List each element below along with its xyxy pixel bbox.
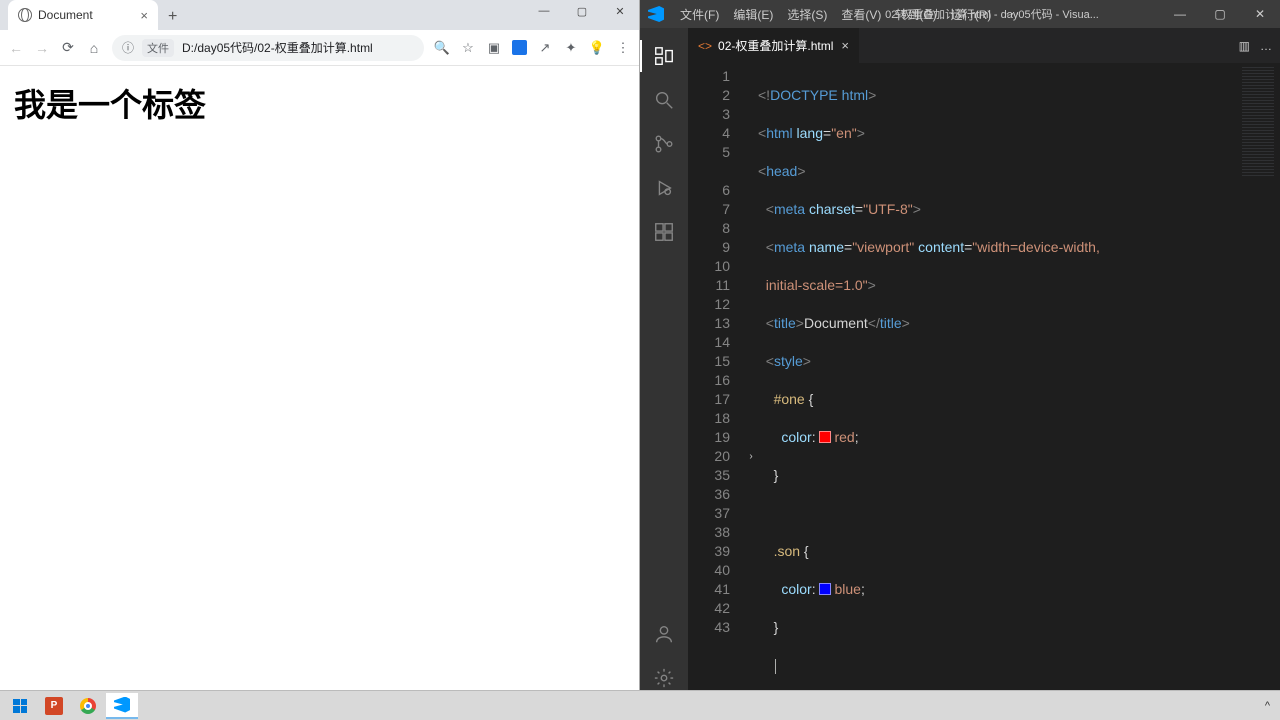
share-icon[interactable]: ↗ bbox=[537, 40, 553, 56]
chrome-window: Document × + — ▢ ✕ ← → ⟳ ⌂ ⓘ 文件 D:/day05… bbox=[0, 0, 640, 720]
source-control-icon[interactable] bbox=[640, 124, 688, 164]
vs-minimize-button[interactable]: — bbox=[1160, 0, 1200, 28]
puzzle-icon[interactable]: ✦ bbox=[563, 40, 579, 56]
split-editor-icon[interactable]: ▥ bbox=[1239, 39, 1250, 53]
page-content: 我是一个标签 bbox=[0, 66, 639, 720]
tab-close-icon[interactable]: × bbox=[140, 8, 148, 23]
taskbar-vscode[interactable] bbox=[106, 693, 138, 719]
vscode-window: 文件(F) 编辑(E) 选择(S) 查看(V) 转到(G) 运行(R) ··· … bbox=[640, 0, 1280, 720]
taskbar-chrome[interactable] bbox=[72, 693, 104, 719]
menu-view[interactable]: 查看(V) bbox=[835, 4, 887, 25]
activity-bar bbox=[640, 28, 688, 698]
forward-icon[interactable]: → bbox=[34, 40, 50, 56]
menu-select[interactable]: 选择(S) bbox=[781, 4, 833, 25]
tray-chevron-icon[interactable]: ^ bbox=[1265, 700, 1270, 712]
fold-arrow-icon[interactable]: › bbox=[744, 447, 758, 466]
fold-gutter: › bbox=[744, 63, 758, 698]
text-cursor bbox=[775, 659, 776, 674]
url-text: D:/day05代码/02-权重叠加计算.html bbox=[182, 39, 373, 56]
start-button[interactable] bbox=[4, 693, 36, 719]
vs-maximize-button[interactable]: ▢ bbox=[1200, 0, 1240, 28]
editor-tab[interactable]: <> 02-权重叠加计算.html × bbox=[688, 28, 860, 63]
more-actions-icon[interactable]: … bbox=[1260, 39, 1272, 53]
new-tab-button[interactable]: + bbox=[168, 8, 177, 26]
code-content: <!DOCTYPE html> <html lang="en"> <head> … bbox=[758, 63, 1236, 698]
page-heading: 我是一个标签 bbox=[14, 80, 625, 126]
address-bar[interactable]: ⓘ 文件 D:/day05代码/02-权重叠加计算.html bbox=[112, 35, 424, 61]
vscode-titlebar: 文件(F) 编辑(E) 选择(S) 查看(V) 转到(G) 运行(R) ··· … bbox=[640, 0, 1280, 28]
chrome-toolbar: ← → ⟳ ⌂ ⓘ 文件 D:/day05代码/02-权重叠加计算.html 🔍… bbox=[0, 30, 639, 66]
back-icon[interactable]: ← bbox=[8, 40, 24, 56]
home-icon[interactable]: ⌂ bbox=[86, 40, 102, 56]
info-icon: ⓘ bbox=[122, 39, 134, 56]
close-button[interactable]: ✕ bbox=[601, 0, 639, 22]
menu-edit[interactable]: 编辑(E) bbox=[727, 4, 779, 25]
minimize-button[interactable]: — bbox=[525, 0, 563, 22]
chrome-titlebar: Document × + — ▢ ✕ bbox=[0, 0, 639, 30]
browser-tab[interactable]: Document × bbox=[8, 0, 158, 30]
system-tray[interactable]: ^ bbox=[1265, 700, 1276, 712]
editor-tabbar: <> 02-权重叠加计算.html × ▥ … bbox=[688, 28, 1280, 63]
vscode-logo-icon bbox=[648, 6, 664, 22]
run-debug-icon[interactable] bbox=[640, 168, 688, 208]
globe-icon bbox=[18, 8, 32, 22]
code-editor[interactable]: 1234567891011121314151617181920353637383… bbox=[688, 63, 1280, 698]
camera-icon[interactable]: ▣ bbox=[486, 40, 502, 56]
extensions-icon[interactable] bbox=[640, 212, 688, 252]
vs-close-button[interactable]: ✕ bbox=[1240, 0, 1280, 28]
search-icon[interactable] bbox=[640, 80, 688, 120]
html-file-icon: <> bbox=[698, 39, 712, 53]
reload-icon[interactable]: ⟳ bbox=[60, 40, 76, 56]
account-icon[interactable] bbox=[640, 614, 688, 654]
editor-tab-label: 02-权重叠加计算.html bbox=[718, 37, 833, 54]
extension-icon[interactable] bbox=[512, 40, 527, 55]
maximize-button[interactable]: ▢ bbox=[563, 0, 601, 22]
editor-tab-close-icon[interactable]: × bbox=[841, 38, 849, 53]
taskbar-powerpoint[interactable]: P bbox=[38, 693, 70, 719]
bookmark-icon[interactable]: ☆ bbox=[460, 40, 476, 56]
window-controls: — ▢ ✕ bbox=[525, 0, 639, 22]
minimap[interactable] bbox=[1236, 63, 1280, 698]
file-chip: 文件 bbox=[142, 39, 174, 57]
windows-taskbar: P ^ bbox=[0, 690, 1280, 720]
menu-file[interactable]: 文件(F) bbox=[674, 4, 725, 25]
explorer-icon[interactable] bbox=[640, 36, 688, 76]
zoom-icon[interactable]: 🔍 bbox=[434, 40, 450, 56]
line-gutter: 1234567891011121314151617181920353637383… bbox=[688, 63, 744, 698]
tab-title: Document bbox=[38, 8, 93, 22]
bulb-icon[interactable]: 💡 bbox=[589, 40, 605, 56]
vscode-window-title: 02-权重叠加计算.html - day05代码 - Visua... bbox=[885, 6, 1099, 22]
chrome-menu-icon[interactable]: ⋮ bbox=[615, 40, 631, 56]
